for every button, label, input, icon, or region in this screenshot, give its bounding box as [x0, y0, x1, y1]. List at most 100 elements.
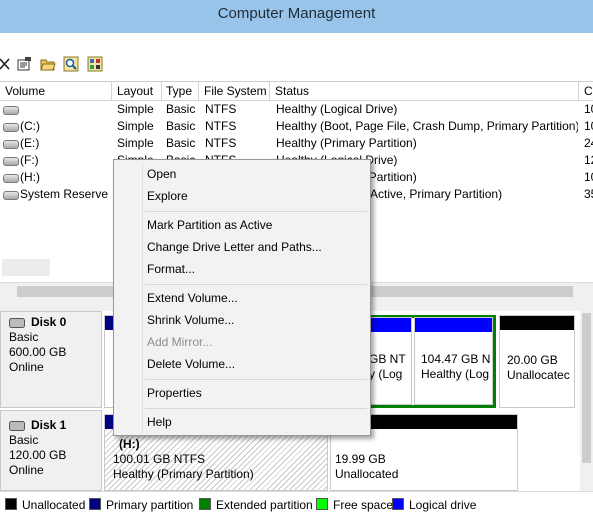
disk-0-name: Disk 0: [31, 315, 67, 329]
drive-icon: [3, 123, 19, 132]
partition-size: 19.99 GB: [335, 452, 386, 466]
window-title: Computer Management: [217, 5, 376, 22]
menu-item-shrink-volume[interactable]: Shrink Volume...: [147, 310, 234, 330]
partition-title: (H:): [119, 437, 140, 451]
cell-layout: Simple: [117, 119, 154, 133]
legend-swatch: [199, 498, 211, 510]
column-header-file-system[interactable]: File System: [199, 82, 270, 100]
menu-item-mark-active[interactable]: Mark Partition as Active: [147, 215, 272, 235]
disk-0-partition-2[interactable]: 104.47 GB N Healthy (Log: [414, 317, 493, 405]
menu-separator: [145, 284, 367, 285]
partition-status: Healthy (Log: [421, 367, 490, 381]
cell-capacity: 10: [584, 119, 593, 133]
open-folder-icon[interactable]: [40, 56, 56, 72]
search-icon[interactable]: [63, 56, 79, 72]
legend-free-space: Free space: [316, 498, 393, 512]
menu-separator: [145, 211, 367, 212]
disk-icon: [9, 421, 25, 431]
menu-item-add-mirror: Add Mirror...: [147, 335, 213, 349]
disk-1-size: 120.00 GB: [9, 448, 67, 462]
drive-icon: [3, 174, 19, 183]
menu-separator: [145, 379, 367, 380]
cell-type: Basic: [166, 119, 196, 133]
column-header-layout[interactable]: Layout: [112, 82, 162, 100]
column-header-row: Volume Layout Type File System Status C: [0, 82, 593, 101]
disk-icon: [9, 318, 25, 328]
table-row[interactable]: (E:) Simple Basic NTFS Healthy (Primary Part…: [0, 135, 593, 152]
disk-1-info[interactable]: Disk 1 Basic 120.00 GB Online: [0, 410, 102, 491]
cell-capacity: 10: [584, 170, 593, 184]
cell-file-system: NTFS: [205, 102, 237, 116]
menu-item-open[interactable]: Open: [147, 164, 176, 184]
legend-swatch: [316, 498, 328, 510]
menu-separator: [145, 408, 367, 409]
vertical-scrollbar[interactable]: [580, 299, 593, 491]
cell-layout: Simple: [117, 102, 154, 116]
menu-item-help[interactable]: Help: [147, 412, 172, 432]
partition-size: 100.01 GB NTFS: [113, 452, 206, 466]
partition-size: GB NT: [369, 352, 406, 366]
disk-0-info[interactable]: Disk 0 Basic 600.00 GB Online: [0, 311, 102, 408]
menu-item-properties[interactable]: Properties: [147, 383, 202, 403]
menu-item-change-drive-letter[interactable]: Change Drive Letter and Paths...: [147, 237, 322, 257]
disk-1-name: Disk 1: [31, 418, 67, 432]
table-row[interactable]: Simple Basic NTFS Healthy (Logical Drive) 10: [0, 101, 593, 118]
partition-status: Healthy (Primary Partition): [113, 467, 254, 481]
drive-icon: [3, 157, 19, 166]
column-header-capacity[interactable]: C: [579, 82, 593, 100]
disk-0-type: Basic: [9, 330, 39, 344]
legend-swatch: [5, 498, 17, 510]
table-row[interactable]: (C:) Simple Basic NTFS Healthy (Boot, Page F…: [0, 118, 593, 135]
delete-icon[interactable]: [0, 56, 12, 72]
title-bar: Computer Management: [0, 0, 593, 33]
menu-item-extend-volume[interactable]: Extend Volume...: [147, 288, 238, 308]
drive-icon: [3, 191, 19, 200]
context-menu: Open Explore Mark Partition as Active Ch…: [113, 159, 371, 436]
cell-volume: (C:): [20, 119, 40, 133]
legend: Unallocated Primary partition Extended p…: [0, 491, 593, 518]
cell-volume: System Reserved: [20, 187, 108, 201]
menu-item-explore[interactable]: Explore: [147, 186, 188, 206]
toolbar: [0, 51, 593, 82]
cell-type: Basic: [166, 102, 196, 116]
legend-swatch: [89, 498, 101, 510]
cell-file-system: NTFS: [205, 136, 237, 150]
menu-bar: [0, 33, 593, 52]
disk-1-type: Basic: [9, 433, 39, 447]
menu-item-format[interactable]: Format...: [147, 259, 195, 279]
disk-0-partition-unallocated[interactable]: 20.00 GB Unallocatec: [499, 315, 575, 408]
disk-0-partition-1[interactable]: GB NT y (Log: [366, 317, 412, 405]
drive-icon: [3, 106, 19, 115]
cell-status: Healthy (Boot, Page File, Crash Dump, Pr…: [276, 119, 578, 133]
properties-icon[interactable]: [16, 56, 32, 72]
cell-capacity: 10: [584, 102, 593, 116]
cell-type: Basic: [166, 136, 196, 150]
legend-extended: Extended partition: [199, 498, 313, 512]
legend-unallocated: Unallocated: [5, 498, 85, 512]
disk-0-state: Online: [9, 360, 44, 374]
cell-capacity: 12: [584, 153, 593, 167]
partition-status: Unallocated: [335, 467, 399, 481]
menu-item-delete-volume[interactable]: Delete Volume...: [147, 354, 235, 374]
scrollbar-thumb[interactable]: [582, 313, 591, 463]
column-header-type[interactable]: Type: [161, 82, 199, 100]
column-header-volume[interactable]: Volume: [0, 82, 112, 100]
cell-volume: (H:): [20, 170, 40, 184]
selection-highlight: [2, 259, 50, 276]
cell-layout: Simple: [117, 136, 154, 150]
partition-status: y (Log: [369, 367, 403, 381]
cell-status: Healthy (Logical Drive): [276, 102, 398, 116]
disk-0-size: 600.00 GB: [9, 345, 67, 359]
legend-swatch: [392, 498, 404, 510]
drive-icon: [3, 140, 19, 149]
menu-gutter: [142, 162, 143, 433]
cell-file-system: NTFS: [205, 119, 237, 133]
cell-volume: (E:): [20, 136, 40, 150]
settings-icon[interactable]: [87, 56, 103, 72]
column-header-status[interactable]: Status: [270, 82, 579, 100]
cell-status: Healthy (Primary Partition): [276, 136, 417, 150]
partition-status: Unallocatec: [507, 368, 570, 382]
cell-capacity: 35: [584, 187, 593, 201]
partition-size: 20.00 GB: [507, 353, 558, 367]
legend-logical: Logical drive: [392, 498, 476, 512]
